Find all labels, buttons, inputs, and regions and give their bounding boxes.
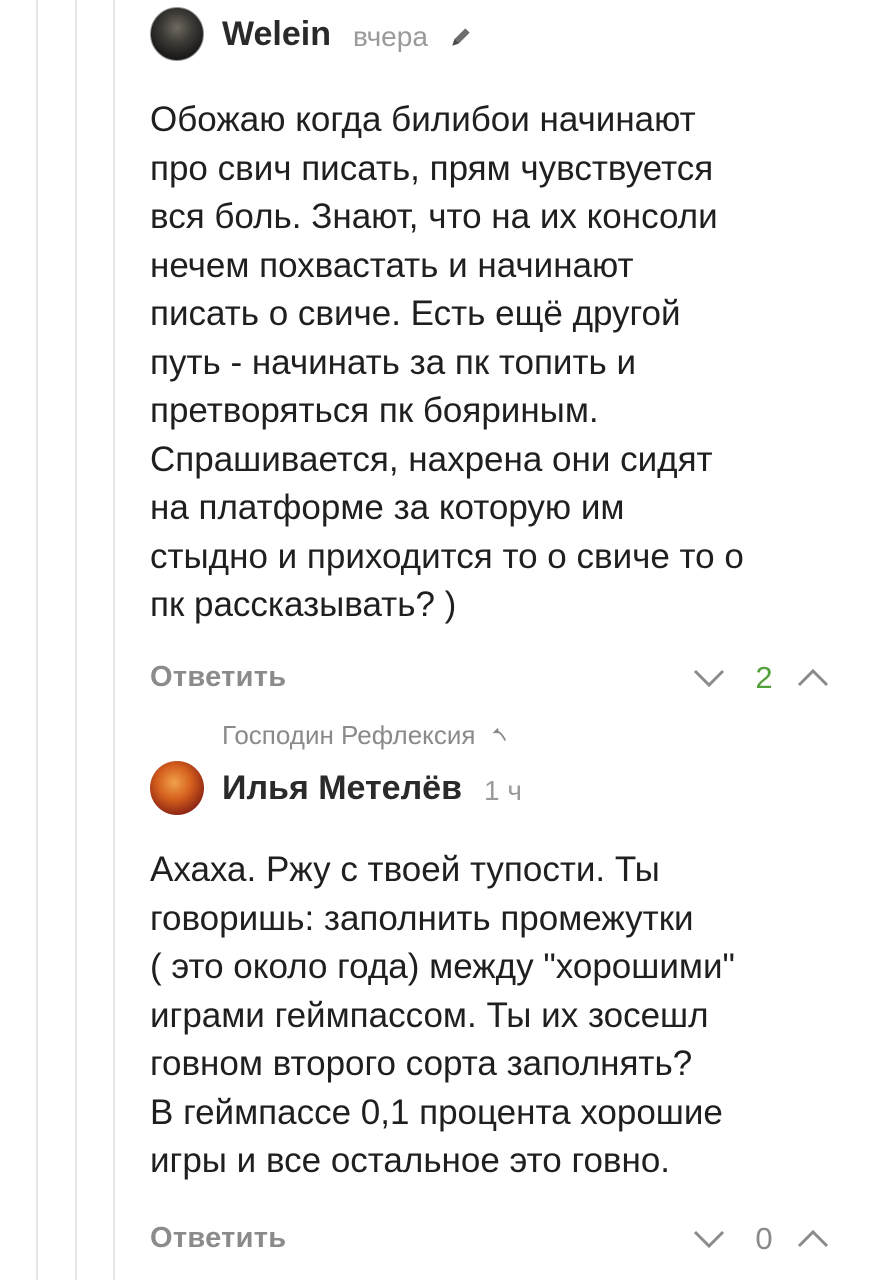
reply-arrow-icon <box>492 727 507 741</box>
comment: Господин Рефлексия Илья Метелёв 1 ч Ахах… <box>150 718 840 1266</box>
comment-text: Ахаха. Ржу с твоей тупости. Ты говоришь:… <box>150 850 735 1180</box>
comment-footer: Ответить 0 <box>150 1216 840 1266</box>
reply-button[interactable]: Ответить <box>150 661 286 694</box>
reply-button[interactable]: Ответить <box>150 1222 286 1255</box>
comment-time: вчера <box>352 21 428 52</box>
comment-text: Обожаю когда билибои начинают про свич п… <box>150 100 744 624</box>
comment-header: Илья Метелёв 1 ч <box>150 760 840 816</box>
comment-header: Welein вчера <box>150 6 840 62</box>
comment-time: 1 ч <box>483 775 522 806</box>
downvote-icon[interactable] <box>692 1228 726 1250</box>
upvote-icon[interactable] <box>796 667 830 689</box>
thread-line <box>36 0 38 1280</box>
thread-line <box>75 0 77 1280</box>
downvote-icon[interactable] <box>692 667 726 689</box>
author-name[interactable]: Welein <box>222 15 331 54</box>
vote-controls: 0 <box>692 1220 830 1256</box>
comment-score: 0 <box>755 1220 773 1256</box>
vote-controls: 2 <box>692 659 830 695</box>
reply-to-name: Господин Рефлексия <box>222 719 476 750</box>
comment: Welein вчера Обожаю когда билибои начина… <box>150 6 840 705</box>
pencil-icon <box>452 28 470 46</box>
comment-footer: Ответить 2 <box>150 655 840 705</box>
thread-line <box>113 0 115 1280</box>
upvote-icon[interactable] <box>796 1228 830 1250</box>
comment-score: 2 <box>755 659 773 695</box>
reply-to-link[interactable]: Господин Рефлексия <box>222 718 840 752</box>
avatar[interactable] <box>150 761 204 815</box>
avatar[interactable] <box>150 7 204 61</box>
comments-page: Welein вчера Обожаю когда билибои начина… <box>0 0 871 1280</box>
author-name[interactable]: Илья Метелёв <box>222 769 462 808</box>
